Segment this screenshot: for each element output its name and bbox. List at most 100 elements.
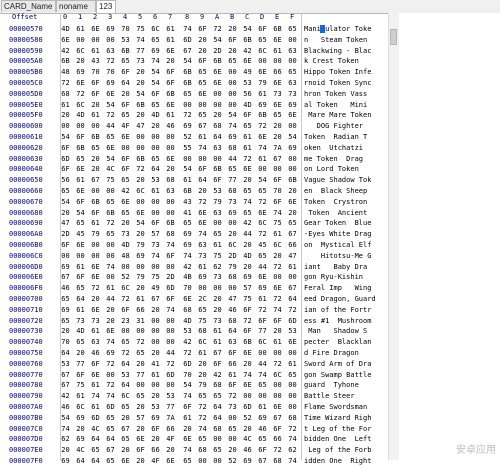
hex-byte[interactable]: 20	[196, 359, 209, 369]
hex-byte[interactable]: 54	[149, 67, 162, 77]
hex-byte[interactable]: 74	[59, 424, 72, 434]
hex-byte[interactable]: 20	[119, 89, 132, 99]
hex-byte[interactable]: 64	[89, 456, 102, 466]
hex-byte[interactable]: 6E	[164, 456, 177, 466]
ascii-text[interactable]: Time Wizard Righ	[304, 413, 388, 423]
hex-row[interactable]: 00000650 56 61 67 75 65 20 53 68 61 64 6F 77 20 54 6F 6B…	[2, 175, 385, 185]
hex-row[interactable]: 000006A0 2D 45 79 65 73 20 57 68 69 74 65 20 44 72 61 67…	[2, 229, 385, 239]
ascii-text[interactable]: gon Ryu-Kishin	[304, 272, 388, 282]
hex-byte[interactable]: 00	[196, 154, 209, 164]
hex-byte[interactable]: 20	[119, 445, 132, 455]
hex-byte[interactable]: 62	[211, 262, 224, 272]
hex-byte[interactable]: 4D	[74, 326, 87, 336]
hex-byte[interactable]: 00	[89, 186, 102, 196]
hex-byte[interactable]: 72	[104, 380, 117, 390]
hex-byte[interactable]: 54	[104, 100, 117, 110]
ascii-text[interactable]: Leg of the Forb	[304, 445, 388, 455]
hex-byte[interactable]: 61	[89, 326, 102, 336]
hex-byte[interactable]: 20	[134, 283, 147, 293]
hex-byte[interactable]: 66	[134, 305, 147, 315]
hex-byte[interactable]: 20	[104, 316, 117, 326]
ascii-text[interactable]: Man Shadow S	[304, 326, 388, 336]
hex-byte[interactable]: 72	[211, 24, 224, 34]
hex-byte[interactable]: 73	[211, 316, 224, 326]
hex-byte[interactable]: 6E	[241, 380, 254, 390]
hex-byte[interactable]: 20	[104, 305, 117, 315]
hex-byte[interactable]: 20	[74, 348, 87, 358]
hex-byte[interactable]: 75	[74, 380, 87, 390]
hex-byte[interactable]: 57	[241, 283, 254, 293]
hex-byte[interactable]: 6F	[226, 348, 239, 358]
hex-byte[interactable]: 20	[89, 164, 102, 174]
hex-row[interactable]: 00000740 70 65 63 74 65 72 00 00 42 6C 61 63 6B 6C 61 6E…	[2, 337, 385, 347]
hex-row[interactable]: 00000670 54 6F 6B 65 6E 00 00 00 43 72 79 73 74 72 6F 6E…	[2, 197, 385, 207]
hex-byte[interactable]: 6E	[74, 186, 87, 196]
hex-byte[interactable]: 68	[226, 272, 239, 282]
hex-byte[interactable]: 67	[149, 294, 162, 304]
hex-byte[interactable]: 75	[149, 272, 162, 282]
hex-byte[interactable]: 6B	[181, 78, 194, 88]
hex-byte[interactable]: 69	[74, 434, 87, 444]
hex-byte[interactable]: 72	[196, 402, 209, 412]
hex-byte[interactable]: 6B	[134, 154, 147, 164]
hex-byte[interactable]: 20	[134, 359, 147, 369]
hex-byte[interactable]: 00	[271, 164, 284, 174]
hex-byte[interactable]: 67	[181, 46, 194, 56]
ascii-text[interactable]: Manipulator Toke	[304, 24, 388, 34]
hex-byte[interactable]: 6E	[181, 294, 194, 304]
hex-byte[interactable]: 65	[286, 24, 299, 34]
ascii-text[interactable]: me Token Drag	[304, 154, 388, 164]
hex-byte[interactable]: 65	[196, 391, 209, 401]
hex-byte[interactable]: 6D	[286, 316, 299, 326]
hex-byte[interactable]: 20	[181, 424, 194, 434]
hex-byte[interactable]: 6E	[164, 154, 177, 164]
hex-byte[interactable]: 00	[211, 218, 224, 228]
hex-byte[interactable]: 63	[164, 186, 177, 196]
hex-byte[interactable]: 00	[164, 197, 177, 207]
hex-byte[interactable]: 67	[119, 424, 132, 434]
hex-byte[interactable]: 6F	[211, 175, 224, 185]
hex-byte[interactable]: 73	[196, 251, 209, 261]
hex-byte[interactable]: 65	[104, 413, 117, 423]
hex-byte[interactable]: 61	[74, 175, 87, 185]
hex-byte[interactable]: 61	[74, 305, 87, 315]
hex-byte[interactable]: 65	[59, 186, 72, 196]
hex-byte[interactable]: 6F	[74, 132, 87, 142]
hex-byte[interactable]: 00	[226, 78, 239, 88]
hex-byte[interactable]: 67	[211, 348, 224, 358]
hex-byte[interactable]: 74	[149, 56, 162, 66]
hex-byte[interactable]: 00	[164, 326, 177, 336]
hex-byte[interactable]: 6E	[119, 197, 132, 207]
hex-byte[interactable]: 69	[104, 348, 117, 358]
hex-byte[interactable]: 74	[226, 121, 239, 131]
hex-byte[interactable]: 6E	[89, 262, 102, 272]
hex-byte[interactable]: 65	[149, 100, 162, 110]
hex-byte[interactable]: 61	[256, 89, 269, 99]
hex-byte[interactable]: 00	[149, 380, 162, 390]
hex-byte[interactable]: 74	[196, 143, 209, 153]
ascii-text[interactable]: Battle Steer	[304, 391, 388, 401]
hex-row[interactable]: 000005C0 72 6E 6F 69 64 20 54 6F 6B 65 6E 00 53 79 6E 63…	[2, 78, 385, 88]
hex-byte[interactable]: 77	[134, 46, 147, 56]
hex-byte[interactable]: 00	[256, 164, 269, 174]
hex-byte[interactable]: 00	[149, 262, 162, 272]
hex-byte[interactable]: 31	[134, 316, 147, 326]
hex-byte[interactable]: 70	[271, 186, 284, 196]
hex-byte[interactable]: 73	[226, 197, 239, 207]
hex-byte[interactable]: 54	[134, 218, 147, 228]
hex-byte[interactable]: 4F	[164, 434, 177, 444]
ascii-text[interactable]: idden One Right	[304, 456, 388, 466]
hex-byte[interactable]: 69	[59, 305, 72, 315]
hex-byte[interactable]: 00	[104, 186, 117, 196]
hex-byte[interactable]: 65	[256, 434, 269, 444]
hex-byte[interactable]: 64	[149, 164, 162, 174]
ascii-text[interactable]: eed Dragon, Guard	[304, 294, 388, 304]
hex-byte[interactable]: 6F	[256, 316, 269, 326]
hex-byte[interactable]: 48	[59, 67, 72, 77]
hex-byte[interactable]: 54	[226, 110, 239, 120]
hex-byte[interactable]: 74	[256, 143, 269, 153]
hex-byte[interactable]: 66	[271, 434, 284, 444]
hex-byte[interactable]: 73	[119, 229, 132, 239]
hex-byte[interactable]: 6C	[226, 240, 239, 250]
hex-byte[interactable]: 45	[256, 240, 269, 250]
